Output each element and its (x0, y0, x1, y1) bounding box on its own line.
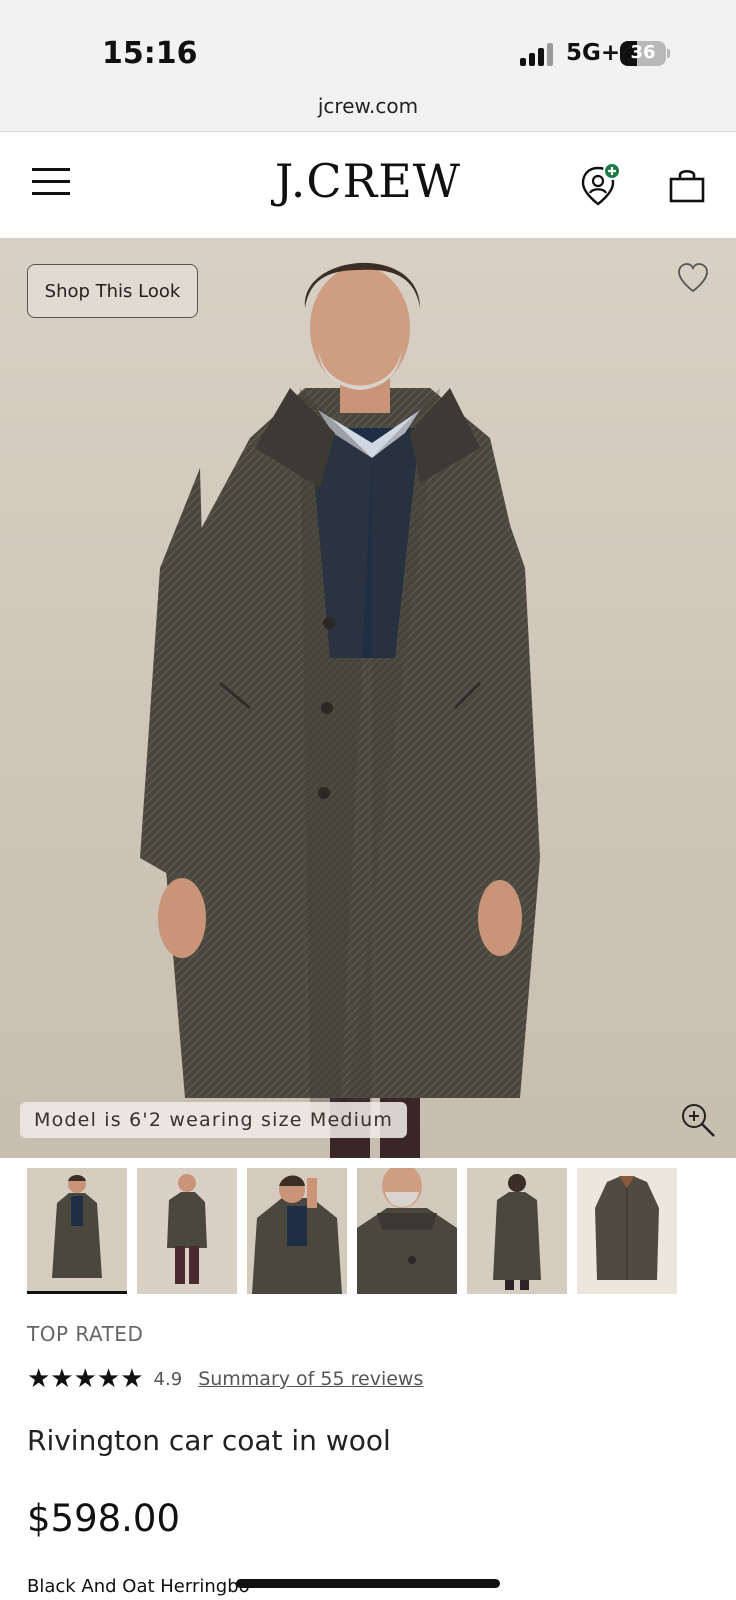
star-rating-icon: ★★★★★ (27, 1364, 144, 1394)
site-header: J.CREW (0, 132, 736, 238)
model-size-note: Model is 6'2 wearing size Medium (20, 1102, 408, 1138)
rating-row: ★★★★★ 4.9 Summary of 55 reviews (27, 1364, 423, 1394)
jcrew-logo[interactable]: J.CREW (0, 154, 736, 208)
heart-icon[interactable] (676, 262, 710, 294)
battery-percent: 36 (630, 42, 656, 63)
network-type: 5G+ (566, 40, 621, 66)
thumbnail-front-full[interactable] (27, 1168, 127, 1294)
thumbnail-flat-lay[interactable] (577, 1168, 677, 1294)
rating-value: 4.9 (153, 1368, 183, 1390)
thumbnail-strip (27, 1168, 717, 1294)
reviews-summary-link[interactable]: Summary of 55 reviews (198, 1368, 423, 1390)
account-plus-icon[interactable] (580, 162, 624, 208)
thumbnail-collar-up[interactable] (247, 1168, 347, 1294)
zoom-in-icon[interactable] (680, 1102, 716, 1138)
url-bar[interactable]: jcrew.com (0, 94, 736, 118)
battery-icon: 36 (620, 41, 670, 66)
home-indicator[interactable] (236, 1579, 500, 1588)
thumbnail-back-full[interactable] (467, 1168, 567, 1294)
shop-this-look-button[interactable]: Shop This Look (27, 264, 198, 318)
product-title: Rivington car coat in wool (27, 1424, 391, 1457)
status-bar: 15:16 5G+ 36 jcrew.com (0, 0, 736, 132)
color-name: Black And Oat Herringbo (27, 1576, 250, 1597)
thumbnail-side-full[interactable] (137, 1168, 237, 1294)
shopping-bag-icon[interactable] (668, 166, 706, 204)
product-hero-image[interactable]: Shop This Look Model is 6'2 wearing size… (0, 238, 736, 1158)
top-rated-badge: TOP RATED (27, 1322, 144, 1346)
signal-icon (520, 42, 556, 66)
thumbnail-collar-detail[interactable] (357, 1168, 457, 1294)
status-time: 15:16 (102, 36, 198, 71)
model-coat-illustration (140, 262, 540, 1158)
product-price: $598.00 (27, 1497, 181, 1540)
